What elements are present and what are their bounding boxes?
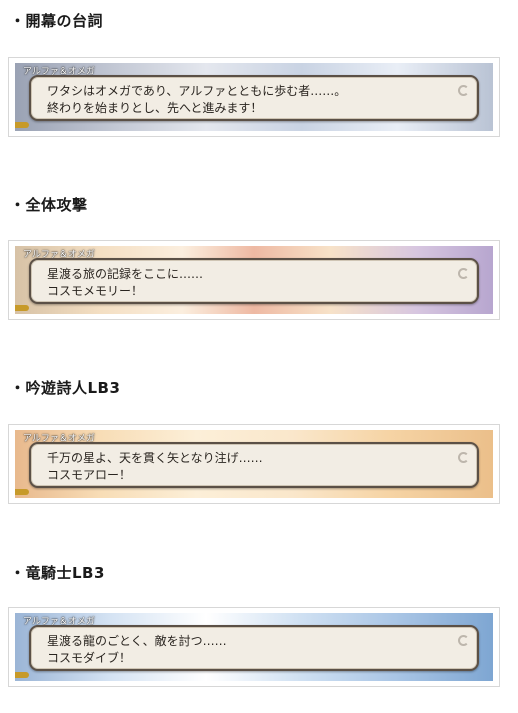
dialogue-screenshot-all-attack: アルファ＆オメガ 星渡る旅の記録をここに…… コスモメモリー！ [8,240,500,320]
dialogue-line-2: コスモアロー！ [47,468,132,482]
dialogue-bubble: ワタシはオメガであり、アルファとともに歩む者……。 終わりを始まりとし、先へと進… [29,75,479,121]
screenshot-image: アルファ＆オメガ 星渡る旅の記録をここに…… コスモメモリー！ [15,246,493,314]
screenshot-image: アルファ＆オメガ 星渡る龍のごとく、敵を討つ…… コスモダイブ！ [15,613,493,681]
dialogue-line-2: コスモメモリー！ [47,284,144,298]
dialogue-line-1: 星渡る旅の記録をここに…… [47,267,204,281]
dialogue-line-1: ワタシはオメガであり、アルファとともに歩む者……。 [47,84,347,98]
screenshot-image: アルファ＆オメガ ワタシはオメガであり、アルファとともに歩む者……。 終わりを始… [15,63,493,131]
section-heading-dragoon-lb3: ・竜騎士LB3 [10,564,105,582]
dialogue-line-2: 終わりを始まりとし、先へと進みます！ [47,101,263,115]
dialogue-line-2: コスモダイブ！ [47,651,132,665]
dialogue-line-1: 星渡る龍のごとく、敵を討つ…… [47,634,227,648]
dialogue-bubble: 千万の星よ、天を貫く矢となり注げ…… コスモアロー！ [29,442,479,488]
gauge-indicator [15,489,29,495]
gauge-indicator [15,672,29,678]
loading-icon [458,85,469,96]
gauge-indicator [15,305,29,311]
section-heading-opening: ・開幕の台詞 [10,12,104,30]
dialogue-screenshot-opening: アルファ＆オメガ ワタシはオメガであり、アルファとともに歩む者……。 終わりを始… [8,57,500,137]
loading-icon [458,452,469,463]
section-heading-all-attack: ・全体攻撃 [10,196,88,214]
dialogue-bubble: 星渡る旅の記録をここに…… コスモメモリー！ [29,258,479,304]
dialogue-line-1: 千万の星よ、天を貫く矢となり注げ…… [47,451,263,465]
dialogue-screenshot-bard-lb3: アルファ＆オメガ 千万の星よ、天を貫く矢となり注げ…… コスモアロー！ [8,424,500,504]
loading-icon [458,268,469,279]
screenshot-image: アルファ＆オメガ 千万の星よ、天を貫く矢となり注げ…… コスモアロー！ [15,430,493,498]
dialogue-bubble: 星渡る龍のごとく、敵を討つ…… コスモダイブ！ [29,625,479,671]
loading-icon [458,635,469,646]
gauge-indicator [15,122,29,128]
section-heading-bard-lb3: ・吟遊詩人LB3 [10,379,121,397]
dialogue-screenshot-dragoon-lb3: アルファ＆オメガ 星渡る龍のごとく、敵を討つ…… コスモダイブ！ [8,607,500,687]
